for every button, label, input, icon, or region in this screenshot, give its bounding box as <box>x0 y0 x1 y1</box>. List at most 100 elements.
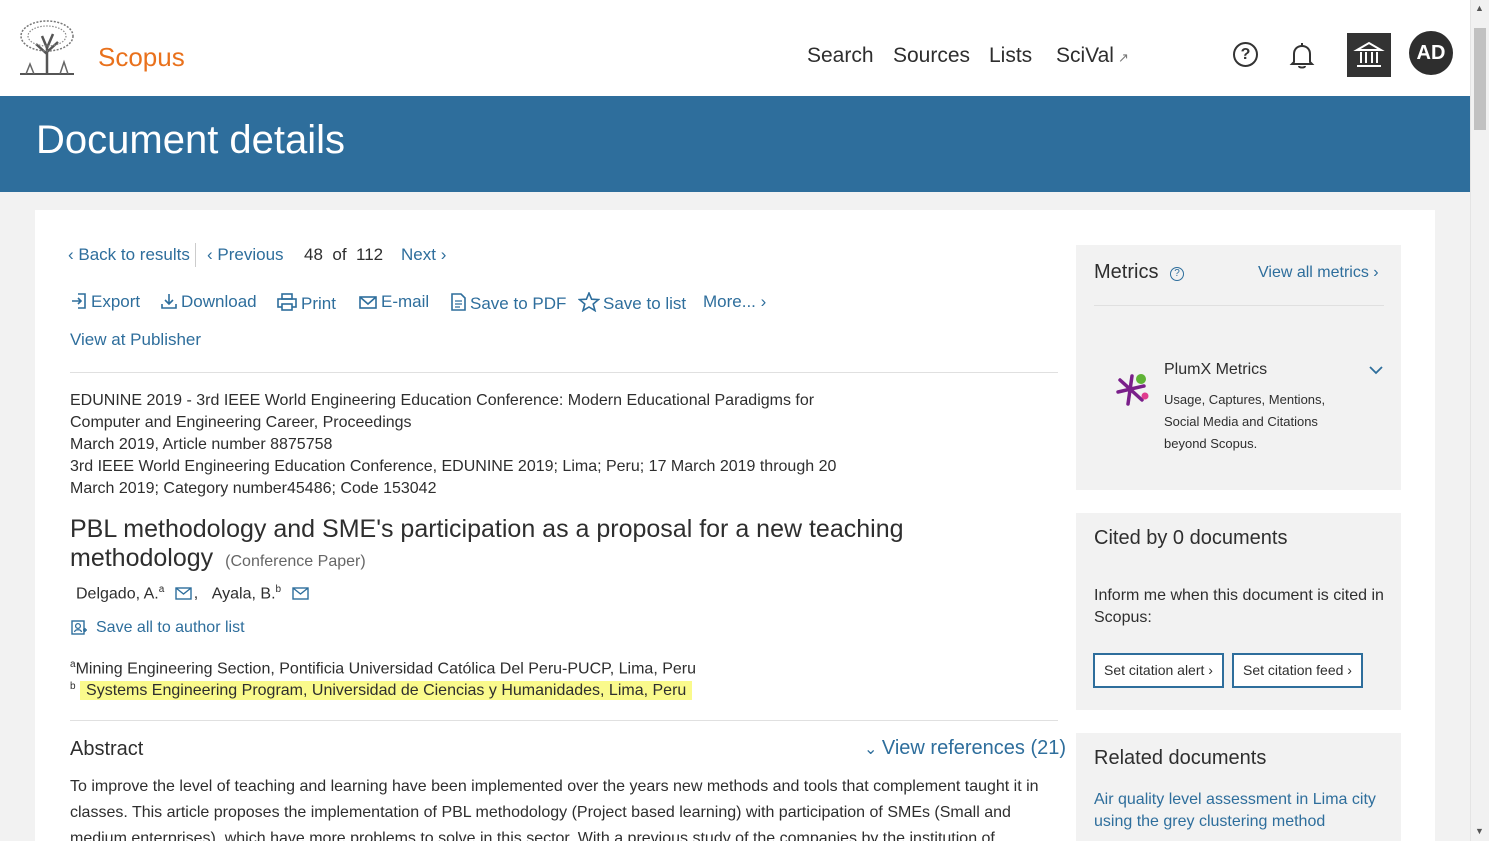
chevron-down-icon[interactable] <box>1368 364 1384 376</box>
metrics-title-text: Metrics <box>1094 261 1159 283</box>
download-icon <box>161 294 177 309</box>
author-affil-sup: a <box>158 584 165 595</box>
source-line: March 2019, Article number 8875758 <box>70 436 333 453</box>
save-all-to-author-list-label: Save all to author list <box>96 619 245 636</box>
info-icon[interactable]: ? <box>1170 267 1185 281</box>
mail-icon[interactable] <box>175 587 192 601</box>
nav-scival[interactable]: SciVal ↗ <box>1056 44 1129 68</box>
elsevier-tree-logo[interactable] <box>16 18 78 76</box>
plumx-description: Usage, Captures, Mentions, Social Media … <box>1164 392 1326 451</box>
metrics-title: Metrics ? <box>1094 261 1185 284</box>
source-line: Computer and Engineering Career, Proceed… <box>70 414 412 431</box>
view-references-label: View references (21) <box>881 737 1067 759</box>
chevron-down-icon: ⌄ <box>864 741 882 758</box>
more-button[interactable]: More... › <box>703 292 766 312</box>
scroll-thumb[interactable] <box>1474 28 1486 130</box>
save-pdf-button[interactable]: Save to PDF <box>449 292 566 314</box>
chevron-right-icon: › <box>1343 662 1352 678</box>
external-link-icon: ↗ <box>1117 50 1129 65</box>
section-divider <box>70 372 1058 373</box>
download-label: Download <box>181 292 257 311</box>
result-total: 112 <box>356 245 384 264</box>
view-all-metrics-label: View all metrics <box>1258 264 1369 281</box>
result-of: of <box>332 245 347 264</box>
view-references-link[interactable]: ⌄ View references (21) <box>864 737 1066 760</box>
view-all-metrics-link[interactable]: View all metrics › <box>1258 264 1379 282</box>
save-to-list-label: Save to list <box>603 294 687 313</box>
scroll-up-arrow-icon[interactable]: ▲ <box>1475 3 1484 13</box>
print-icon <box>277 293 297 311</box>
mail-icon[interactable] <box>291 587 309 601</box>
chevron-left-icon: ‹ <box>68 245 79 264</box>
affiliation-text-highlighted: Systems Engineering Program, Universidad… <box>80 681 693 701</box>
back-to-results-link[interactable]: ‹ Back to results <box>68 245 190 265</box>
chevron-right-icon: › <box>1368 264 1379 281</box>
star-icon <box>577 290 601 313</box>
affiliation: aMining Engineering Section, Pontificia … <box>70 659 696 678</box>
document-title-line: PBL methodology and SME's participation … <box>70 515 904 543</box>
bell-icon[interactable] <box>1289 42 1315 70</box>
next-label: Next <box>401 245 436 264</box>
next-link[interactable]: Next › <box>401 245 446 265</box>
page-banner: Document details <box>0 96 1470 192</box>
print-button[interactable]: Print <box>276 292 336 314</box>
download-button[interactable]: Download <box>160 292 257 312</box>
page-title: Document details <box>36 118 346 162</box>
cited-by-title: Cited by 0 documents <box>1094 527 1288 549</box>
scroll-down-arrow-icon[interactable]: ▼ <box>1475 826 1484 836</box>
save-all-to-author-list-link[interactable]: Save all to author list <box>70 618 245 637</box>
top-header: Scopus Search Sources Lists SciVal ↗ ? AD <box>0 0 1470 96</box>
source-line: March 2019; Category number45486; Code 1… <box>70 480 437 497</box>
related-document-link[interactable]: Air quality level assessment in Lima cit… <box>1094 789 1394 833</box>
result-index: 48 <box>304 245 323 264</box>
author-list-icon <box>71 620 87 635</box>
author-name[interactable]: Delgado, A. <box>76 585 159 602</box>
email-button[interactable]: E-mail <box>358 292 429 312</box>
nav-search[interactable]: Search <box>807 44 874 68</box>
save-to-list-button[interactable]: Save to list <box>577 290 687 314</box>
source-line: 3rd IEEE World Engineering Education Con… <box>70 458 837 475</box>
chevron-left-icon: ‹ <box>207 245 218 264</box>
previous-label: Previous <box>217 245 284 264</box>
chevron-right-icon: › <box>1204 662 1213 678</box>
nav-sources[interactable]: Sources <box>893 44 970 68</box>
plumx-logo-icon <box>1116 374 1149 406</box>
previous-link[interactable]: ‹ Previous <box>207 245 284 265</box>
scopus-brand[interactable]: Scopus <box>98 42 185 73</box>
source-line: EDUNINE 2019 - 3rd IEEE World Engineerin… <box>70 392 815 409</box>
email-icon <box>359 296 377 309</box>
more-label: More... <box>703 292 756 311</box>
abstract-heading: Abstract <box>70 738 144 760</box>
export-button[interactable]: Export <box>70 292 140 312</box>
abstract-text: To improve the level of teaching and lea… <box>70 774 1060 841</box>
section-divider <box>70 720 1058 721</box>
abstract-line: classes. This article proposes the imple… <box>70 804 1011 821</box>
view-at-publisher-link[interactable]: View at Publisher <box>70 330 201 350</box>
document-title-line2: methodology (Conference Paper) <box>70 544 920 576</box>
author-list: Delgado, A.a , Ayala, B.b <box>76 584 317 603</box>
plumx-title[interactable]: PlumX Metrics <box>1164 361 1267 379</box>
chevron-right-icon: › <box>755 292 767 311</box>
result-position: 48 of 112 <box>304 245 383 265</box>
author-affil-sup: b <box>275 584 282 595</box>
affiliation-sup: b <box>70 681 76 692</box>
nav-lists[interactable]: Lists <box>989 44 1032 68</box>
nav-separator <box>195 243 196 267</box>
document-title: PBL methodology and SME's participation … <box>70 515 920 576</box>
abstract-line: medium enterprises), which have more pro… <box>70 830 995 841</box>
related-documents-title: Related documents <box>1094 747 1267 769</box>
user-avatar[interactable]: AD <box>1409 31 1453 75</box>
document-title-text: methodology <box>70 544 214 572</box>
abstract-line: To improve the level of teaching and lea… <box>70 778 1039 795</box>
help-icon[interactable]: ? <box>1233 42 1258 67</box>
set-citation-feed-label: Set citation feed <box>1243 662 1344 678</box>
author-name[interactable]: Ayala, B. <box>212 585 276 602</box>
set-citation-feed-button[interactable]: Set citation feed › <box>1232 653 1363 688</box>
source-info: EDUNINE 2019 - 3rd IEEE World Engineerin… <box>70 390 870 500</box>
export-label: Export <box>91 292 141 311</box>
institution-icon[interactable] <box>1347 33 1391 77</box>
set-citation-alert-label: Set citation alert <box>1104 662 1205 678</box>
nav-scival-label: SciVal <box>1056 44 1114 67</box>
set-citation-alert-button[interactable]: Set citation alert › <box>1093 653 1224 688</box>
page-scrollbar[interactable]: ▲ ▼ <box>1470 0 1489 841</box>
